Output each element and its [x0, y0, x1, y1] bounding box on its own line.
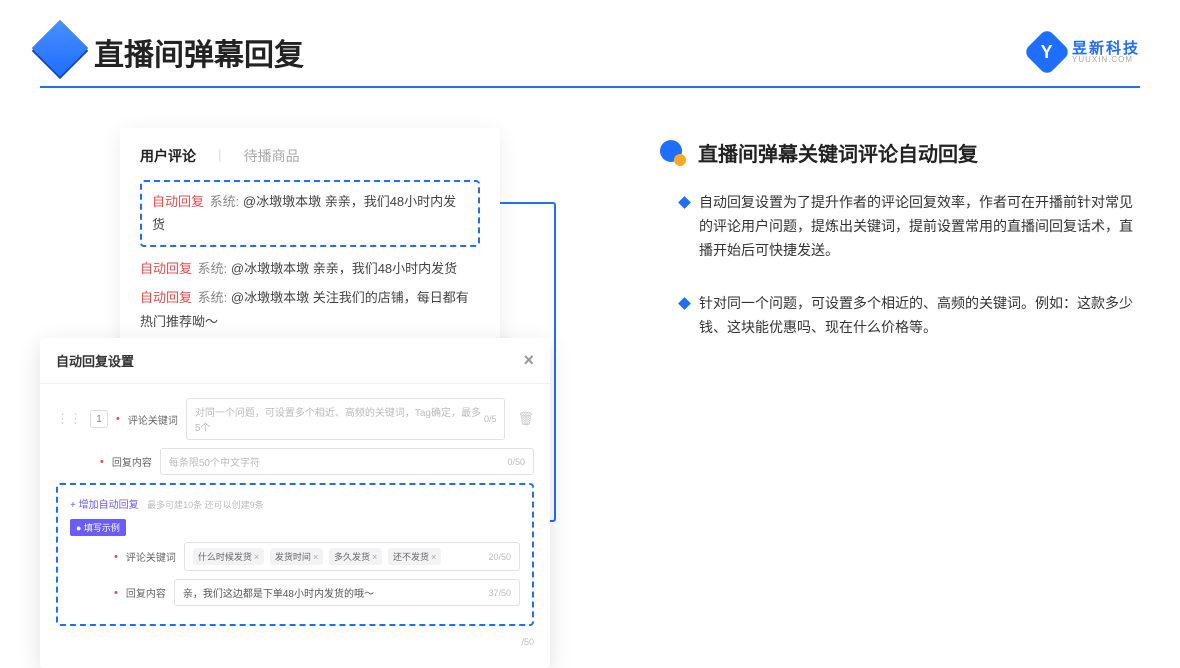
chip-remove-icon[interactable]: × — [372, 552, 377, 562]
page-title: 直播间弹幕回复 — [94, 30, 304, 74]
tab-pending-products[interactable]: 待播商品 — [244, 146, 300, 166]
screenshot-column: 用户评论 | 待播商品 自动回复 系统: @冰墩墩本墩 亲亲，我们48小时内发货… — [40, 128, 600, 618]
diamond-icon — [678, 196, 691, 209]
input-value: 亲，我们这边都是下单48小时内发货的哦～ — [183, 585, 374, 600]
delete-icon[interactable]: 🗑 — [517, 411, 534, 427]
example-badge: ● 填写示例 — [70, 519, 126, 536]
comment-row: 自动回复 系统: @冰墩墩本墩 关注我们的店铺，每日都有热门推荐呦～ — [140, 286, 480, 333]
comments-panel: 用户评论 | 待播商品 自动回复 系统: @冰墩墩本墩 亲亲，我们48小时内发货… — [120, 128, 500, 355]
page-header: 直播间弹幕回复 Y 昱新科技 YUUXIN.COM — [0, 0, 1180, 86]
example-content-input[interactable]: 亲，我们这边都是下单48小时内发货的哦～ 37/50 — [174, 579, 520, 606]
logo-icon: Y — [1023, 28, 1071, 76]
outer-count: /50 — [521, 637, 534, 647]
keyword-label: 评论关键词 — [128, 412, 178, 427]
panel-header: 自动回复设置 × — [40, 338, 550, 384]
auto-reply-settings-panel: 自动回复设置 × ⋮⋮ 1 • 评论关键词 对同一个问题，可设置多个相近、高频的… — [40, 338, 550, 668]
close-icon[interactable]: × — [523, 350, 534, 371]
bullet-text: 针对同一个问题，可设置多个相近的、高频的关键词。例如：这款多少钱、这块能优惠吗、… — [699, 292, 1140, 340]
logo-letter: Y — [1041, 41, 1053, 62]
char-count: 0/50 — [507, 457, 525, 467]
content-label: 回复内容 — [112, 454, 152, 469]
highlighted-comment: 自动回复 系统: @冰墩墩本墩 亲亲，我们48小时内发货 — [140, 180, 480, 247]
tabs: 用户评论 | 待播商品 — [140, 146, 480, 166]
char-count: 0/5 — [484, 414, 497, 424]
comment-text: @冰墩墩本墩 亲亲，我们48小时内发货 — [231, 261, 457, 276]
content-row: • 回复内容 每条限50个中文字符 0/50 — [100, 448, 534, 475]
required-marker: • — [116, 413, 120, 425]
required-marker: • — [114, 587, 118, 599]
chip-remove-icon[interactable]: × — [313, 552, 318, 562]
add-auto-reply-link[interactable]: + 增加自动回复 — [70, 500, 139, 511]
bubble-icon — [660, 140, 686, 166]
example-keyword-row: • 评论关键词 什么时候发货× 发货时间× 多久发货× 还不发货× 20/50 — [114, 542, 520, 571]
add-info-text: 最多可建10条 还可以创建9条 — [147, 500, 264, 510]
keyword-label: 评论关键词 — [126, 549, 176, 564]
comment-row: 自动回复 系统: @冰墩墩本墩 亲亲，我们48小时内发货 — [152, 190, 468, 237]
system-label: 系统: — [210, 194, 240, 209]
example-content-row: • 回复内容 亲，我们这边都是下单48小时内发货的哦～ 37/50 — [114, 579, 520, 606]
auto-reply-tag: 自动回复 — [140, 261, 192, 276]
example-highlight: + 增加自动回复 最多可建10条 还可以创建9条 ● 填写示例 • 评论关键词 … — [56, 483, 534, 626]
auto-reply-tag: 自动回复 — [152, 194, 204, 209]
diamond-icon — [678, 298, 691, 311]
input-placeholder: 每条限50个中文字符 — [169, 454, 260, 469]
keyword-chip[interactable]: 还不发货× — [388, 548, 441, 565]
rule-index: 1 — [90, 410, 108, 428]
keyword-row: ⋮⋮ 1 • 评论关键词 对同一个问题，可设置多个相近、高频的关键词，Tag确定… — [56, 398, 534, 440]
bullet-item: 针对同一个问题，可设置多个相近的、高频的关键词。例如：这款多少钱、这块能优惠吗、… — [680, 292, 1140, 340]
system-label: 系统: — [198, 290, 228, 305]
keyword-input[interactable]: 对同一个问题，可设置多个相近、高频的关键词，Tag确定，最多5个 0/5 — [186, 398, 506, 440]
tab-divider: | — [218, 146, 222, 166]
keyword-chip[interactable]: 什么时候发货× — [193, 548, 264, 565]
required-marker: • — [100, 456, 104, 468]
brand-logo: Y 昱新科技 YUUXIN.COM — [1030, 35, 1140, 69]
system-label: 系统: — [198, 261, 228, 276]
char-count: 37/50 — [488, 588, 511, 598]
auto-reply-tag: 自动回复 — [140, 290, 192, 305]
cube-icon — [32, 20, 89, 77]
input-placeholder: 对同一个问题，可设置多个相近、高频的关键词，Tag确定，最多5个 — [195, 404, 484, 434]
content-label: 回复内容 — [126, 585, 166, 600]
section-title: 直播间弹幕关键词评论自动回复 — [698, 138, 978, 167]
chip-remove-icon[interactable]: × — [254, 552, 259, 562]
bullet-text: 自动回复设置为了提升作者的评论回复效率，作者可在开播前针对常见的评论用户问题，提… — [699, 191, 1140, 262]
section-header: 直播间弹幕关键词评论自动回复 — [660, 138, 1140, 167]
bullet-item: 自动回复设置为了提升作者的评论回复效率，作者可在开播前针对常见的评论用户问题，提… — [680, 191, 1140, 262]
keyword-chip[interactable]: 多久发货× — [329, 548, 382, 565]
example-keyword-input[interactable]: 什么时候发货× 发货时间× 多久发货× 还不发货× 20/50 — [184, 542, 520, 571]
tab-user-comments[interactable]: 用户评论 — [140, 146, 196, 166]
logo-text-cn: 昱新科技 — [1072, 41, 1140, 56]
comment-row: 自动回复 系统: @冰墩墩本墩 亲亲，我们48小时内发货 — [140, 257, 480, 280]
content-input[interactable]: 每条限50个中文字符 0/50 — [160, 448, 534, 475]
description-column: 直播间弹幕关键词评论自动回复 自动回复设置为了提升作者的评论回复效率，作者可在开… — [600, 128, 1140, 618]
required-marker: • — [114, 551, 118, 563]
drag-handle-icon[interactable]: ⋮⋮ — [56, 411, 82, 427]
panel-title: 自动回复设置 — [56, 351, 134, 370]
char-count: 20/50 — [488, 552, 511, 562]
add-row: + 增加自动回复 最多可建10条 还可以创建9条 — [70, 495, 520, 513]
keyword-chip[interactable]: 发货时间× — [270, 548, 323, 565]
chip-remove-icon[interactable]: × — [431, 552, 436, 562]
logo-text-en: YUUXIN.COM — [1072, 56, 1140, 64]
